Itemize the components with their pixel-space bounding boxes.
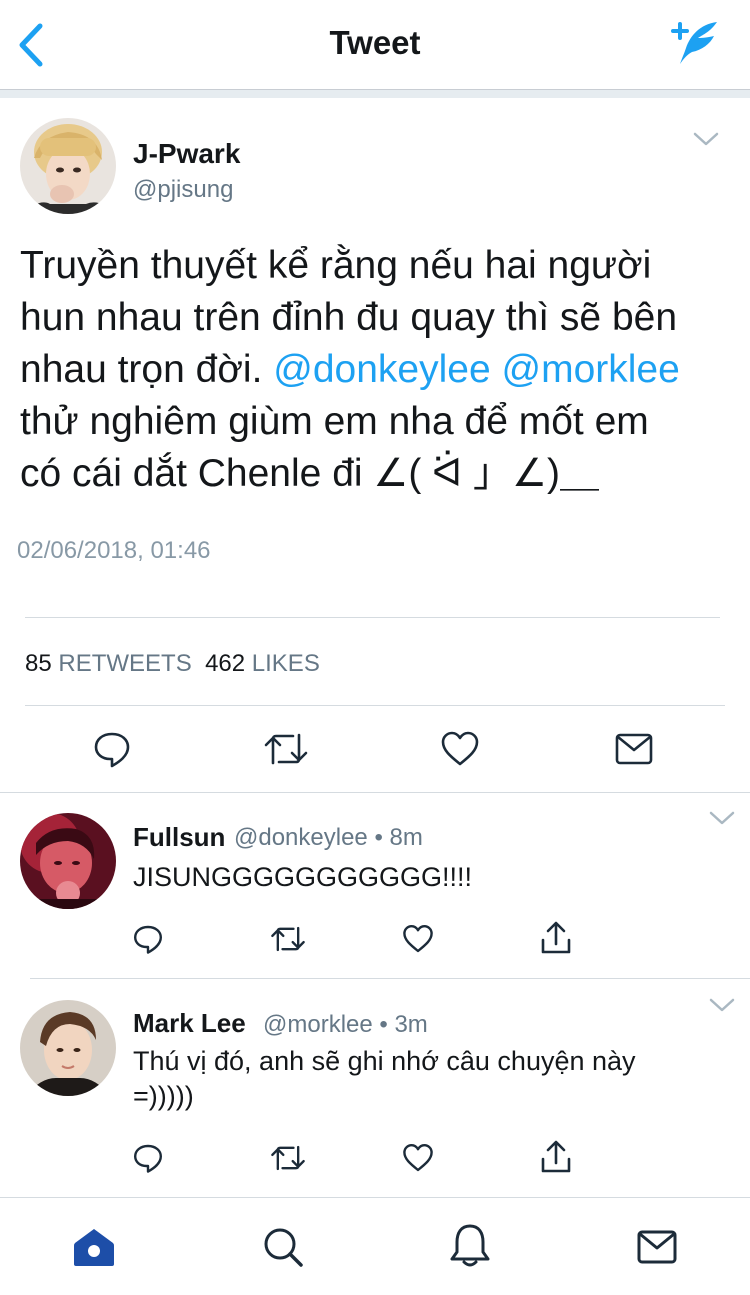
reply-avatar[interactable] (20, 1000, 116, 1096)
message-icon[interactable] (636, 1228, 678, 1266)
divider (25, 705, 725, 706)
tweet-text-line: có cái dắt Chenle đi ∠( ᐛ 」∠)＿ (20, 452, 599, 495)
mention-link[interactable]: @morklee (502, 348, 680, 391)
top-nav-bar: Tweet (0, 0, 750, 90)
page-title: Tweet (329, 24, 421, 61)
likes-label[interactable]: LIKES (252, 650, 320, 677)
reply-meta: @donkeylee • 8m (234, 824, 423, 851)
header-separator (0, 89, 750, 98)
retweet-icon[interactable] (270, 923, 306, 955)
chevron-down-icon[interactable] (692, 131, 720, 147)
bottom-tab-bar (0, 1197, 750, 1295)
tweet-body: Truyền thuyết kể rằng nếu hai người hun … (20, 240, 730, 500)
tweet-text-segment: nhau trọn đời. (20, 348, 263, 391)
engagement-stats: 85 RETWEETS 462 LIKES (25, 650, 320, 678)
share-icon[interactable] (539, 1139, 573, 1175)
divider (0, 792, 750, 793)
retweet-icon[interactable] (270, 1142, 306, 1174)
tweet-timestamp: 02/06/2018, 01:46 (17, 537, 211, 564)
author-handle[interactable]: @pjisung (133, 176, 233, 204)
share-icon[interactable] (539, 920, 573, 956)
message-icon[interactable] (614, 731, 654, 767)
reply-icon[interactable] (92, 729, 132, 769)
reply-author-name[interactable]: Fullsun (133, 822, 225, 853)
author-name[interactable]: J-Pwark (133, 138, 240, 170)
divider (25, 617, 720, 618)
reply-icon[interactable] (132, 1142, 164, 1174)
compose-icon[interactable] (670, 20, 722, 66)
chevron-down-icon[interactable] (708, 997, 736, 1013)
reply-text: Thú vị đó, anh sẽ ghi nhớ câu chuyện này… (133, 1044, 733, 1114)
like-icon[interactable] (402, 923, 434, 955)
search-icon[interactable] (262, 1226, 304, 1268)
retweets-count[interactable]: 85 (25, 650, 52, 677)
retweet-icon[interactable] (263, 729, 309, 769)
mention-link[interactable]: @donkeylee (273, 348, 490, 391)
home-icon[interactable] (72, 1226, 116, 1268)
reply-avatar[interactable] (20, 813, 116, 909)
divider (30, 978, 750, 979)
author-avatar[interactable] (20, 118, 116, 214)
reply-meta: @morklee • 3m (263, 1011, 428, 1038)
like-icon[interactable] (440, 729, 480, 769)
likes-count[interactable]: 462 (205, 650, 245, 677)
reply-text-line: Thú vị đó, anh sẽ ghi nhớ câu chuyện này (133, 1046, 636, 1076)
retweets-label[interactable]: RETWEETS (58, 650, 191, 677)
reply-text: JISUNGGGGGGGGGGG!!!! (133, 862, 473, 892)
like-icon[interactable] (402, 1142, 434, 1174)
reply-author-name[interactable]: Mark Lee (133, 1008, 246, 1039)
reply-icon[interactable] (132, 923, 164, 955)
tweet-text-line: nhau trọn đời. @donkeylee @morklee (20, 344, 730, 396)
tweet-text-line: thử nghiêm giùm em nha để mốt em (20, 400, 649, 443)
notifications-icon[interactable] (449, 1222, 491, 1270)
reply-text-line: =))))) (133, 1081, 194, 1111)
tweet-text-line: hun nhau trên đỉnh đu quay thì sẽ bên (20, 296, 678, 339)
tweet-text-line: Truyền thuyết kể rằng nếu hai người (20, 244, 652, 287)
chevron-down-icon[interactable] (708, 810, 736, 826)
